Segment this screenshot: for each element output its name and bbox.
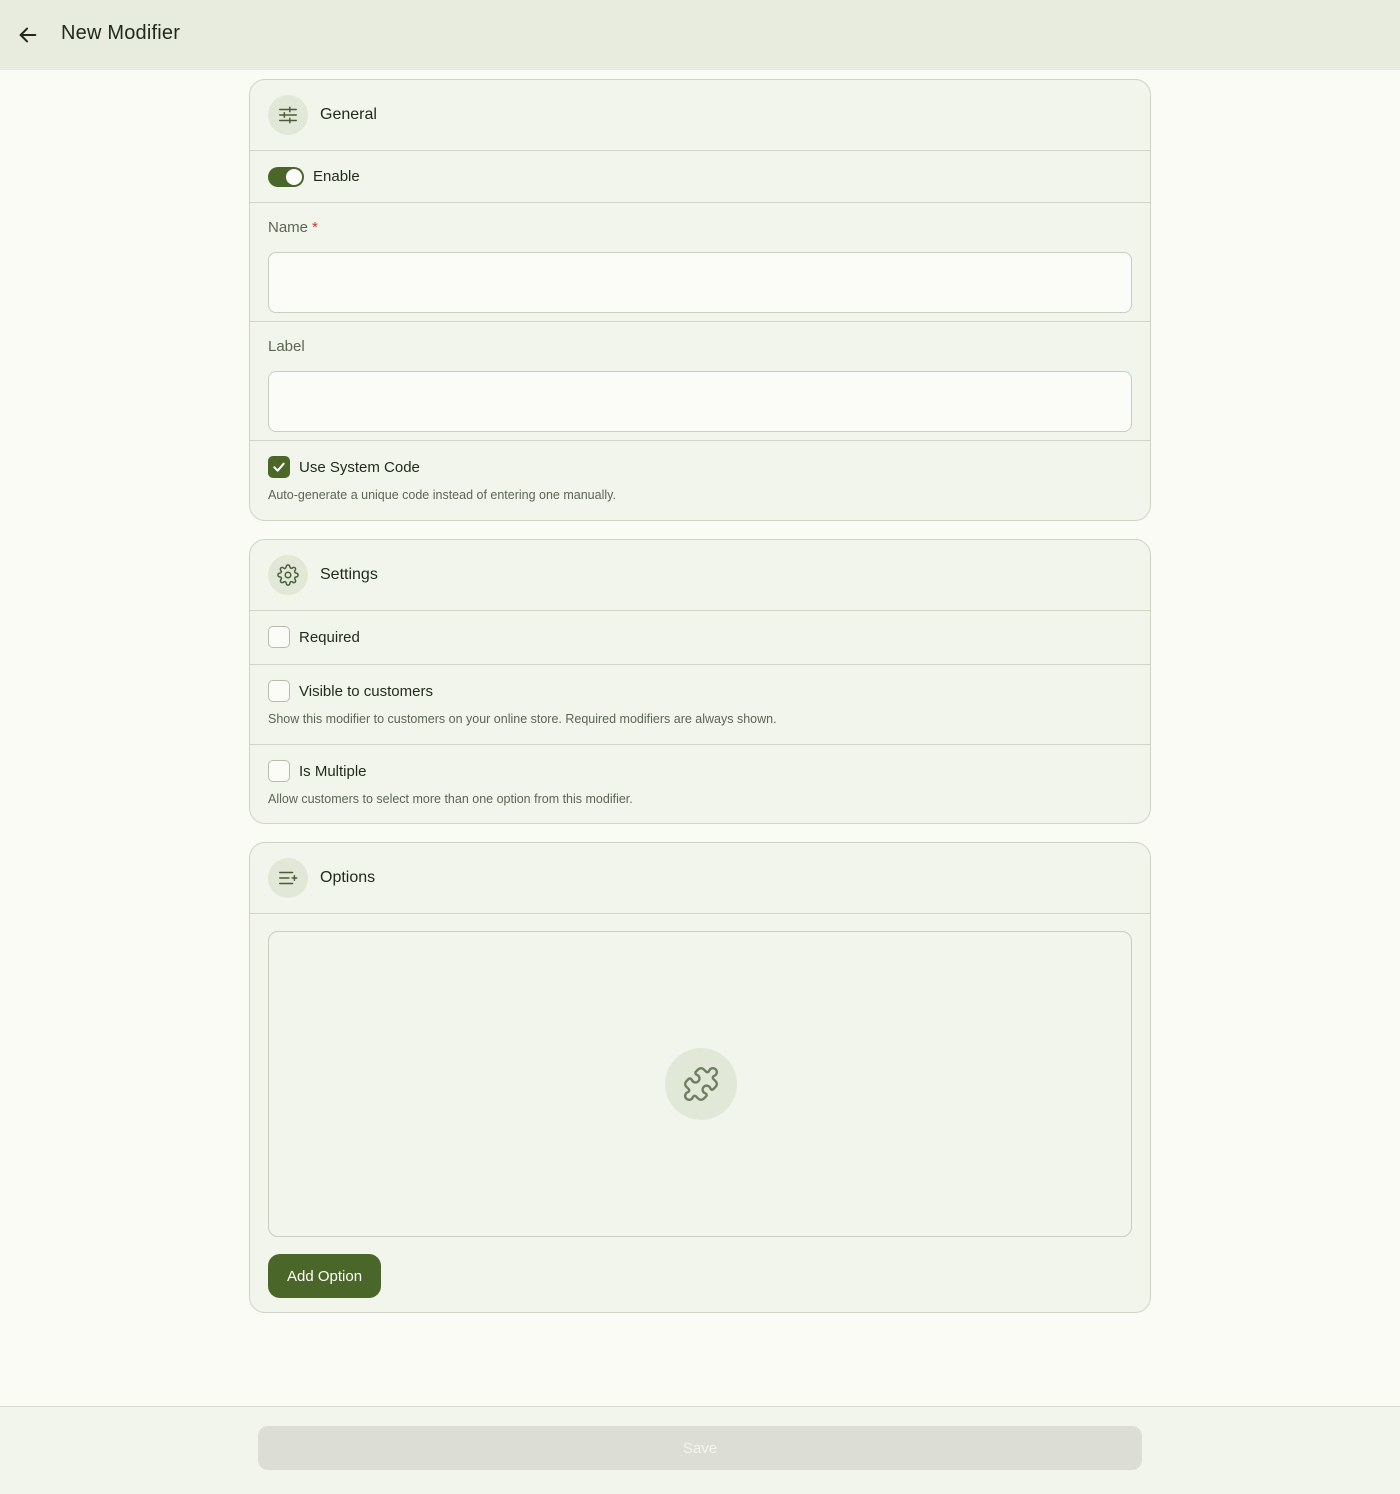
settings-icon-container — [268, 555, 308, 595]
multiple-label: Is Multiple — [299, 762, 367, 780]
settings-card-header: Settings — [250, 540, 1150, 611]
name-input[interactable] — [268, 252, 1132, 313]
required-checkbox[interactable] — [268, 626, 290, 648]
page-title: New Modifier — [61, 22, 181, 44]
required-asterisk: * — [312, 219, 318, 236]
settings-card-title: Settings — [320, 566, 378, 583]
visible-helper: Show this modifier to customers on your … — [268, 712, 777, 726]
add-option-button[interactable]: Add Option — [268, 1254, 382, 1298]
gear-icon — [277, 564, 299, 586]
options-card-header: Options — [250, 843, 1150, 914]
system-code-checkbox[interactable] — [268, 456, 290, 478]
settings-card: Settings Required Visible to customers S… — [249, 539, 1151, 824]
system-code-label: Use System Code — [299, 458, 420, 476]
required-row: Required — [250, 611, 1150, 665]
general-card-header: General — [250, 80, 1150, 151]
name-field-row: Name * — [250, 203, 1150, 322]
back-button[interactable] — [12, 19, 44, 51]
arrow-left-icon — [19, 27, 37, 43]
required-line: Required — [268, 626, 1150, 648]
enable-toggle[interactable] — [268, 166, 304, 187]
multiple-row: Is Multiple Allow customers to select mo… — [250, 745, 1150, 823]
list-add-icon — [279, 871, 298, 885]
options-card: Options Add Option — [249, 842, 1151, 1313]
visible-label: Visible to customers — [299, 682, 433, 700]
name-label-text: Name — [268, 219, 309, 236]
label-label: Label — [268, 338, 305, 355]
enable-label: Enable — [313, 168, 360, 185]
options-icon-container — [268, 858, 308, 898]
footer-bar: Save — [0, 1406, 1400, 1494]
sliders-icon — [279, 106, 297, 124]
system-code-helper: Auto-generate a unique code instead of e… — [268, 488, 616, 502]
puzzle-icon — [683, 1066, 719, 1102]
multiple-helper: Allow customers to select more than one … — [268, 792, 633, 806]
system-code-line: Use System Code — [268, 456, 1150, 478]
enable-row: Enable — [250, 151, 1150, 203]
check-icon — [273, 462, 285, 472]
options-card-title: Options — [320, 869, 376, 886]
multiple-checkbox[interactable] — [268, 760, 290, 782]
general-icon-container — [268, 95, 308, 135]
options-empty-state — [268, 931, 1132, 1237]
multiple-line: Is Multiple — [268, 760, 1150, 782]
save-button[interactable]: Save — [258, 1426, 1142, 1470]
visible-row: Visible to customers Show this modifier … — [250, 665, 1150, 745]
name-label: Name * — [268, 219, 1132, 237]
label-field-row: Label — [250, 322, 1150, 441]
visible-line: Visible to customers — [268, 680, 1150, 702]
label-input[interactable] — [268, 371, 1132, 432]
general-card-title: General — [320, 106, 377, 123]
system-code-row: Use System Code Auto-generate a unique c… — [250, 441, 1150, 520]
empty-state-icon-container — [665, 1048, 737, 1120]
required-label: Required — [299, 628, 360, 646]
general-card: General Enable Name * Label Use System Co… — [249, 79, 1151, 521]
top-app-bar: New Modifier — [0, 0, 1400, 70]
visible-checkbox[interactable] — [268, 680, 290, 702]
